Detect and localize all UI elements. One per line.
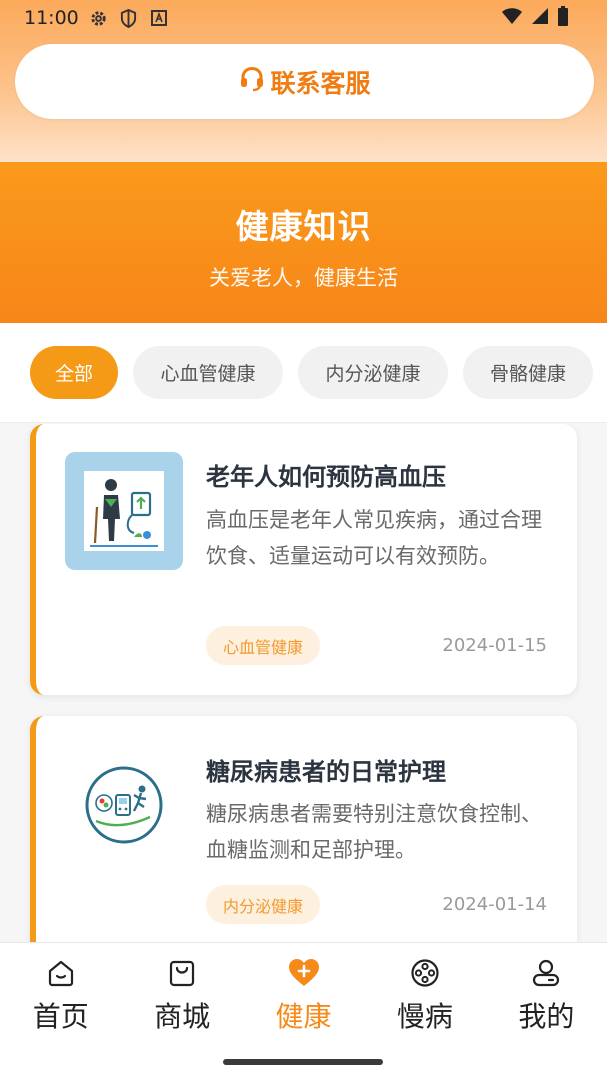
diabetes-care-illustration-icon — [85, 766, 163, 844]
shield-icon — [119, 8, 139, 28]
article-description: 糖尿病患者需要特别注意饮食控制、血糖监测和足部护理。 — [206, 802, 542, 862]
home-indicator[interactable] — [223, 1059, 383, 1065]
health-knowledge-screen: 11:00 联系客服 健康知识 关爱老人，健康生活 全部 心血管健康 内分泌健康… — [0, 0, 607, 1080]
shopping-bag-icon — [166, 957, 198, 989]
article-title: 老年人如何预防高血压 — [206, 463, 446, 491]
article-category-tag: 心血管健康 — [206, 626, 321, 665]
nav-label: 我的 — [518, 1000, 575, 1033]
nav-label: 慢病 — [396, 1000, 453, 1033]
nav-items: 首页 商城 健康 慢病 我的 — [0, 943, 607, 1043]
page-subtitle: 关爱老人，健康生活 — [209, 266, 398, 290]
gear-icon — [89, 8, 109, 28]
nav-home[interactable]: 首页 — [0, 943, 121, 1043]
nav-label: 健康 — [275, 1000, 332, 1033]
user-icon — [530, 957, 562, 989]
battery-icon — [557, 6, 569, 30]
contact-support-button[interactable]: 联系客服 — [15, 44, 594, 119]
text-notification-icon — [149, 8, 169, 28]
article-date: 2024-01-15 — [442, 635, 547, 656]
category-tabs: 全部 心血管健康 内分泌健康 骨骼健康 — [0, 323, 607, 423]
status-right — [501, 6, 569, 30]
status-left: 11:00 — [24, 7, 169, 29]
page-title: 健康知识 — [235, 207, 372, 246]
tab-endocrine[interactable]: 内分泌健康 — [298, 346, 448, 399]
tab-bone[interactable]: 骨骼健康 — [463, 346, 593, 399]
status-bar: 11:00 — [0, 0, 607, 36]
home-icon — [45, 957, 77, 989]
tab-cardiovascular[interactable]: 心血管健康 — [133, 346, 283, 399]
elderly-health-illustration-icon — [84, 471, 164, 551]
contact-support-label: 联系客服 — [270, 68, 371, 98]
nav-chronic[interactable]: 慢病 — [364, 943, 485, 1043]
article-category-tag: 内分泌健康 — [206, 885, 321, 924]
nav-mine[interactable]: 我的 — [486, 943, 607, 1043]
nav-label: 商城 — [154, 1000, 211, 1033]
nav-mall[interactable]: 商城 — [121, 943, 242, 1043]
article-date: 2024-01-14 — [442, 894, 547, 915]
nav-health[interactable]: 健康 — [243, 943, 364, 1043]
article-list[interactable]: 老年人如何预防高血压 高血压是老年人常见疾病，通过合理饮食、适量运动可以有效预防… — [0, 424, 607, 942]
article-thumbnail — [65, 746, 183, 864]
article-description: 高血压是老年人常见疾病，通过合理饮食、适量运动可以有效预防。 — [206, 508, 542, 568]
article-title: 糖尿病患者的日常护理 — [206, 758, 446, 786]
film-reel-icon — [409, 957, 441, 989]
headset-icon — [238, 65, 266, 99]
tab-all[interactable]: 全部 — [30, 346, 118, 399]
article-card[interactable]: 糖尿病患者的日常护理 糖尿病患者需要特别注意饮食控制、血糖监测和足部护理。 内分… — [30, 716, 577, 942]
article-thumbnail — [65, 452, 183, 570]
heart-plus-icon — [288, 957, 320, 989]
header-background: 11:00 联系客服 — [0, 0, 607, 162]
wifi-icon — [501, 7, 523, 29]
bottom-navigation: 首页 商城 健康 慢病 我的 — [0, 942, 607, 1080]
health-banner: 健康知识 关爱老人，健康生活 — [0, 162, 607, 323]
signal-icon — [531, 7, 549, 29]
article-card[interactable]: 老年人如何预防高血压 高血压是老年人常见疾病，通过合理饮食、适量运动可以有效预防… — [30, 424, 577, 695]
status-time: 11:00 — [24, 7, 79, 29]
nav-label: 首页 — [32, 1000, 89, 1033]
